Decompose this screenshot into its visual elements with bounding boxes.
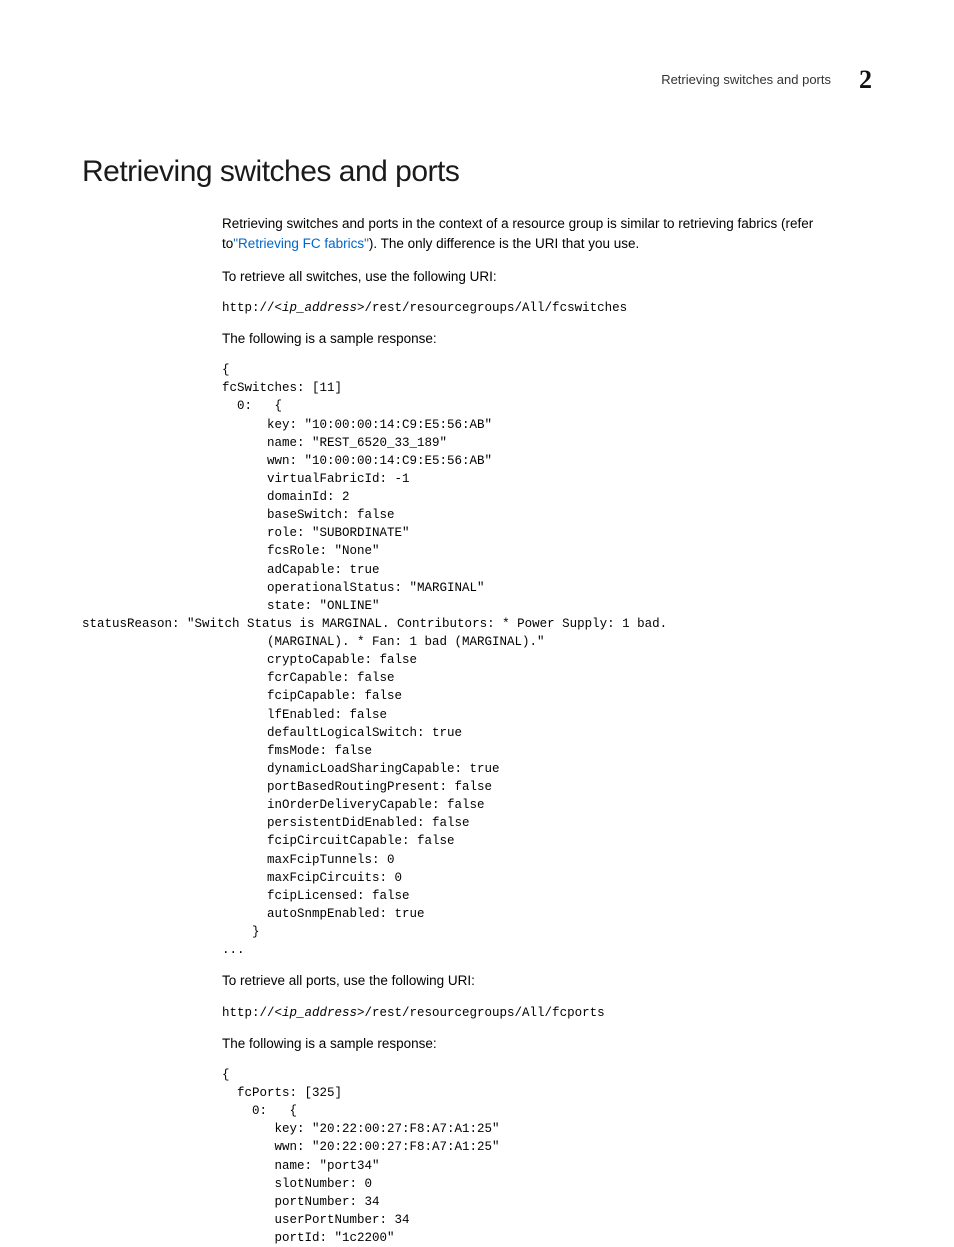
ports-uri-label: To retrieve all ports, use the following…	[222, 971, 872, 991]
page-title: Retrieving switches and ports	[82, 149, 872, 194]
code-switches-status: statusReason: "Switch Status is MARGINAL…	[82, 615, 872, 633]
uri-var-2: <ip_address>	[275, 1006, 365, 1020]
code-ports: { fcPorts: [325] 0: { key: "20:22:00:27:…	[222, 1066, 872, 1247]
ports-uri: http://<ip_address>/rest/resourcegroups/…	[222, 1004, 872, 1022]
intro-paragraph: Retrieving switches and ports in the con…	[222, 214, 872, 255]
intro-text-post: ). The only difference is the URI that y…	[369, 236, 639, 251]
sample-response-label-1: The following is a sample response:	[222, 329, 872, 349]
link-retrieving-fc-fabrics[interactable]: "Retrieving FC fabrics"	[233, 236, 369, 251]
uri-pre-2: http://	[222, 1006, 275, 1020]
uri-var: <ip_address>	[275, 301, 365, 315]
uri-post-2: /rest/resourcegroups/All/fcports	[365, 1006, 605, 1020]
switches-uri-label: To retrieve all switches, use the follow…	[222, 267, 872, 287]
code-switches-a: { fcSwitches: [11] 0: { key: "10:00:00:1…	[222, 361, 872, 615]
content: Retrieving switches and ports in the con…	[222, 214, 872, 1247]
chapter-number: 2	[859, 60, 872, 99]
uri-post: /rest/resourcegroups/All/fcswitches	[365, 301, 628, 315]
running-head: Retrieving switches and ports 2	[82, 60, 872, 99]
sample-response-label-2: The following is a sample response:	[222, 1034, 872, 1054]
running-head-title: Retrieving switches and ports	[661, 70, 831, 90]
switches-uri: http://<ip_address>/rest/resourcegroups/…	[222, 299, 872, 317]
page: Retrieving switches and ports 2 Retrievi…	[0, 0, 954, 1235]
uri-pre: http://	[222, 301, 275, 315]
code-switches-b: (MARGINAL). * Fan: 1 bad (MARGINAL)." cr…	[222, 633, 872, 959]
